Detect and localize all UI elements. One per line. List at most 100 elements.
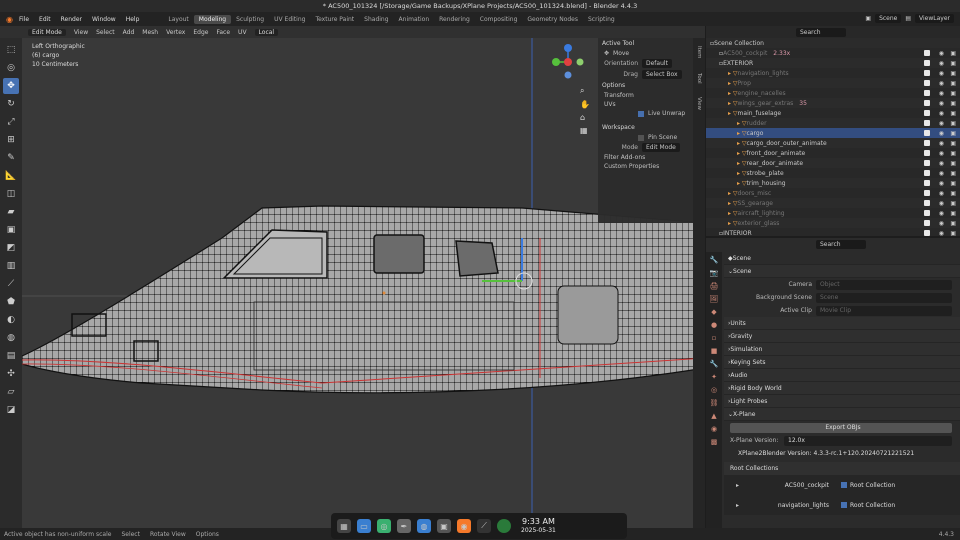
exclude-checkbox[interactable] bbox=[924, 90, 930, 96]
workspace-tab[interactable]: Geometry Nodes bbox=[522, 15, 583, 24]
output-tab-icon[interactable]: 🖨 bbox=[710, 282, 719, 290]
tab-item[interactable]: Item bbox=[696, 46, 702, 59]
outliner-row[interactable]: ▸ ▽ trim_housing ◉ ▣ bbox=[706, 178, 960, 188]
collapsed-panel[interactable]: › Gravity bbox=[724, 330, 960, 343]
viewport-menu-item[interactable]: Edge bbox=[193, 29, 208, 36]
outliner-row[interactable]: ▸ ▽ exterior_glass ◉ ▣ bbox=[706, 218, 960, 228]
eye-icon[interactable]: ◉ bbox=[939, 100, 944, 107]
menu-file[interactable]: File bbox=[19, 16, 29, 23]
background-scene-field[interactable]: Scene bbox=[816, 292, 952, 303]
render-tab-icon[interactable]: 📷 bbox=[710, 269, 719, 277]
mode-dropdown[interactable]: Edit Mode bbox=[28, 28, 66, 36]
exclude-checkbox[interactable] bbox=[924, 180, 930, 186]
grid-view-icon[interactable]: ▦ bbox=[580, 126, 592, 135]
tab-view[interactable]: View bbox=[696, 97, 702, 110]
workspace-tab[interactable]: UV Editing bbox=[269, 15, 310, 24]
eye-icon[interactable]: ◉ bbox=[939, 180, 944, 187]
eye-icon[interactable]: ◉ bbox=[939, 70, 944, 77]
workspace-tab[interactable]: Sculpting bbox=[231, 15, 269, 24]
outliner-row[interactable]: ▸ ▽ Prop ◉ ▣ bbox=[706, 78, 960, 88]
exclude-checkbox[interactable] bbox=[924, 220, 930, 226]
outliner-row[interactable]: ▸ ▽ wings_gear_extras 35 ◉ ▣ bbox=[706, 98, 960, 108]
spin-icon[interactable]: ◐ bbox=[3, 312, 19, 328]
render-camera-icon[interactable]: ▣ bbox=[950, 90, 956, 97]
workspace-tab[interactable]: Rendering bbox=[434, 15, 475, 24]
render-camera-icon[interactable]: ▣ bbox=[950, 70, 956, 77]
render-camera-icon[interactable]: ▣ bbox=[950, 230, 956, 237]
viewport-menu-item[interactable]: View bbox=[74, 29, 88, 36]
smooth-icon[interactable]: ◍ bbox=[3, 330, 19, 346]
exclude-checkbox[interactable] bbox=[924, 150, 930, 156]
texture-tab-icon[interactable]: ▩ bbox=[711, 438, 718, 446]
exclude-checkbox[interactable] bbox=[924, 70, 930, 76]
root-collection-row[interactable]: ▸ navigation_lights Root Collection bbox=[724, 495, 960, 515]
workspace-tab[interactable]: Layout bbox=[163, 15, 193, 24]
outliner-row[interactable]: ▸ ▽ cargo_door_outer_animate ◉ ▣ bbox=[706, 138, 960, 148]
root-collection-row[interactable]: ▸ AC500_cockpit Root Collection bbox=[724, 475, 960, 495]
collapsed-panel[interactable]: › Simulation bbox=[724, 343, 960, 356]
eye-icon[interactable]: ◉ bbox=[939, 150, 944, 157]
active-clip-field[interactable]: Movie Clip bbox=[816, 305, 952, 316]
render-camera-icon[interactable]: ▣ bbox=[950, 80, 956, 87]
outliner-row[interactable]: ▸ ▽ front_door_animate ◉ ▣ bbox=[706, 148, 960, 158]
properties-search[interactable]: Search bbox=[816, 239, 866, 249]
render-camera-icon[interactable]: ▣ bbox=[950, 120, 956, 127]
particles-tab-icon[interactable]: ✦ bbox=[711, 373, 717, 381]
shrink-icon[interactable]: ✣ bbox=[3, 366, 19, 382]
menu-render[interactable]: Render bbox=[61, 16, 82, 23]
viewport-menu-item[interactable]: Select bbox=[96, 29, 115, 36]
render-camera-icon[interactable]: ▣ bbox=[950, 60, 956, 67]
viewport-menu-item[interactable]: UV bbox=[238, 29, 247, 36]
file-manager-icon[interactable]: ▭ bbox=[357, 519, 371, 533]
eye-icon[interactable]: ◉ bbox=[939, 50, 944, 57]
exclude-checkbox[interactable] bbox=[924, 100, 930, 106]
eye-icon[interactable]: ◉ bbox=[939, 140, 944, 147]
eye-icon[interactable]: ◉ bbox=[939, 220, 944, 227]
render-camera-icon[interactable]: ▣ bbox=[950, 130, 956, 137]
scene-tab-icon[interactable]: ◆ bbox=[711, 308, 716, 316]
eye-icon[interactable]: ◉ bbox=[939, 60, 944, 67]
active-tool-header[interactable]: Active Tool bbox=[598, 38, 693, 49]
outliner-row[interactable]: ▸ ▽ cargo ◉ ▣ bbox=[706, 128, 960, 138]
exclude-checkbox[interactable] bbox=[924, 230, 930, 236]
transform-icon[interactable]: ⊞ bbox=[3, 132, 19, 148]
viewport-menu-item[interactable]: Add bbox=[123, 29, 135, 36]
outliner-row[interactable]: ▸ ▽ aircraft_lighting ◉ ▣ bbox=[706, 208, 960, 218]
menu-window[interactable]: Window bbox=[92, 16, 116, 23]
pin-scene-checkbox[interactable] bbox=[638, 134, 644, 141]
uvs-subpanel[interactable]: UVs bbox=[598, 100, 693, 109]
transform-subpanel[interactable]: Transform bbox=[598, 91, 693, 100]
outliner-row[interactable]: ▸ ▽ rudder ◉ ▣ bbox=[706, 118, 960, 128]
render-camera-icon[interactable]: ▣ bbox=[950, 190, 956, 197]
render-camera-icon[interactable]: ▣ bbox=[950, 220, 956, 227]
workspace-tab[interactable]: Scripting bbox=[583, 15, 620, 24]
workspace-tab[interactable]: Texture Paint bbox=[310, 15, 359, 24]
eye-icon[interactable]: ◉ bbox=[939, 130, 944, 137]
workspace-tab[interactable]: Animation bbox=[394, 15, 435, 24]
exclude-checkbox[interactable] bbox=[924, 170, 930, 176]
material-tab-icon[interactable]: ◉ bbox=[711, 425, 717, 433]
render-camera-icon[interactable]: ▣ bbox=[950, 140, 956, 147]
menu-edit[interactable]: Edit bbox=[39, 16, 51, 23]
eye-icon[interactable]: ◉ bbox=[939, 90, 944, 97]
camera-icon[interactable]: ⌂ bbox=[580, 113, 592, 122]
color-picker-icon[interactable]: ⟋ bbox=[477, 519, 491, 533]
outliner-row[interactable]: ▸ ▽ strobe_plate ◉ ▣ bbox=[706, 168, 960, 178]
exclude-checkbox[interactable] bbox=[924, 110, 930, 116]
app-launcher-icon[interactable]: ▦ bbox=[337, 519, 351, 533]
chat-app-icon[interactable]: ◎ bbox=[377, 519, 391, 533]
measure-icon[interactable]: 📐 bbox=[3, 168, 19, 184]
eye-icon[interactable]: ◉ bbox=[939, 80, 944, 87]
outliner-row[interactable]: ▫ EXTERIOR ◉ ▣ bbox=[706, 58, 960, 68]
inset-icon[interactable]: ▣ bbox=[3, 222, 19, 238]
render-camera-icon[interactable]: ▣ bbox=[950, 180, 956, 187]
render-camera-icon[interactable]: ▣ bbox=[950, 160, 956, 167]
workspace-tab[interactable]: Compositing bbox=[475, 15, 523, 24]
options-header[interactable]: Options bbox=[598, 80, 693, 91]
viewport-menu-item[interactable]: Mesh bbox=[142, 29, 158, 36]
edge-slide-icon[interactable]: ▤ bbox=[3, 348, 19, 364]
root-collection-checkbox[interactable] bbox=[841, 502, 848, 508]
object-tab-icon[interactable]: ■ bbox=[711, 347, 718, 355]
collapsed-panel[interactable]: › Rigid Body World bbox=[724, 382, 960, 395]
exclude-checkbox[interactable] bbox=[924, 50, 930, 56]
